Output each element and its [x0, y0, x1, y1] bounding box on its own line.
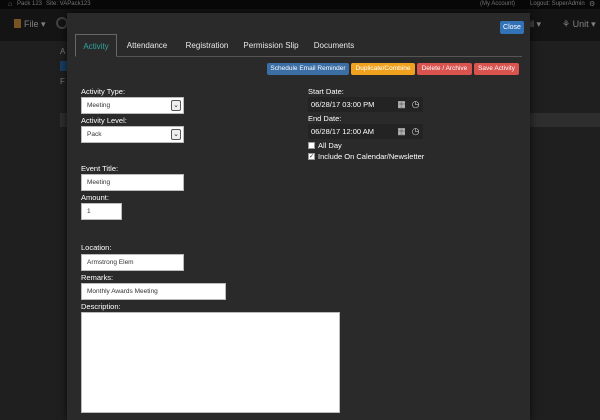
end-date-label: End Date: — [308, 114, 342, 123]
activity-level-label: Activity Level: — [81, 116, 127, 125]
chevron-down-icon: ⌄ — [171, 100, 181, 111]
amount-label: Amount: — [81, 193, 109, 202]
activity-type-label: Activity Type: — [81, 87, 126, 96]
tab-registration[interactable]: Registration — [179, 34, 235, 57]
remarks-input[interactable]: Monthly Awards Meeting — [81, 283, 226, 300]
chevron-down-icon: ⌄ — [171, 129, 181, 140]
calendar-icon[interactable]: ▦ — [396, 99, 407, 110]
tab-documents[interactable]: Documents — [309, 34, 359, 57]
calendar-icon[interactable]: ▦ — [396, 126, 407, 137]
event-title-label: Event Title: — [81, 164, 119, 173]
location-label: Location: — [81, 243, 112, 252]
duplicate-combine-button[interactable]: Duplicate/Combine — [351, 63, 415, 75]
start-date-label: Start Date: — [308, 87, 344, 96]
remarks-label: Remarks: — [81, 273, 114, 282]
close-button[interactable]: Close — [500, 21, 524, 34]
activity-type-value: Meeting — [87, 102, 111, 109]
tab-permission-slip[interactable]: Permission Slip — [239, 34, 303, 57]
include-calendar-label: Include On Calendar/Newsletter — [318, 152, 425, 161]
activity-type-select[interactable]: Meeting ⌄ — [81, 97, 184, 114]
delete-archive-button[interactable]: Delete / Archive — [417, 63, 472, 75]
description-textarea[interactable] — [81, 312, 340, 413]
tab-attendance[interactable]: Attendance — [121, 34, 173, 57]
location-input[interactable]: Armstrong Elem — [81, 254, 184, 271]
schedule-email-reminder-button[interactable]: Schedule Email Reminder — [267, 63, 349, 75]
all-day-label: All Day — [318, 141, 342, 150]
tab-bar: Activity Attendance Registration Permiss… — [75, 34, 522, 57]
activity-level-value: Pack — [87, 131, 102, 138]
clock-icon[interactable]: ◷ — [410, 126, 421, 137]
description-label: Description: — [81, 302, 121, 311]
include-calendar-checkbox[interactable]: ✓ — [308, 153, 315, 160]
event-title-input[interactable]: Meeting — [81, 174, 184, 191]
activity-modal: Close Activity Attendance Registration P… — [67, 13, 530, 420]
amount-input[interactable]: 1 — [81, 203, 122, 220]
tab-activity[interactable]: Activity — [75, 34, 117, 57]
activity-level-select[interactable]: Pack ⌄ — [81, 126, 184, 143]
all-day-checkbox[interactable] — [308, 142, 315, 149]
clock-icon[interactable]: ◷ — [410, 99, 421, 110]
save-activity-button[interactable]: Save Activity — [474, 63, 519, 75]
